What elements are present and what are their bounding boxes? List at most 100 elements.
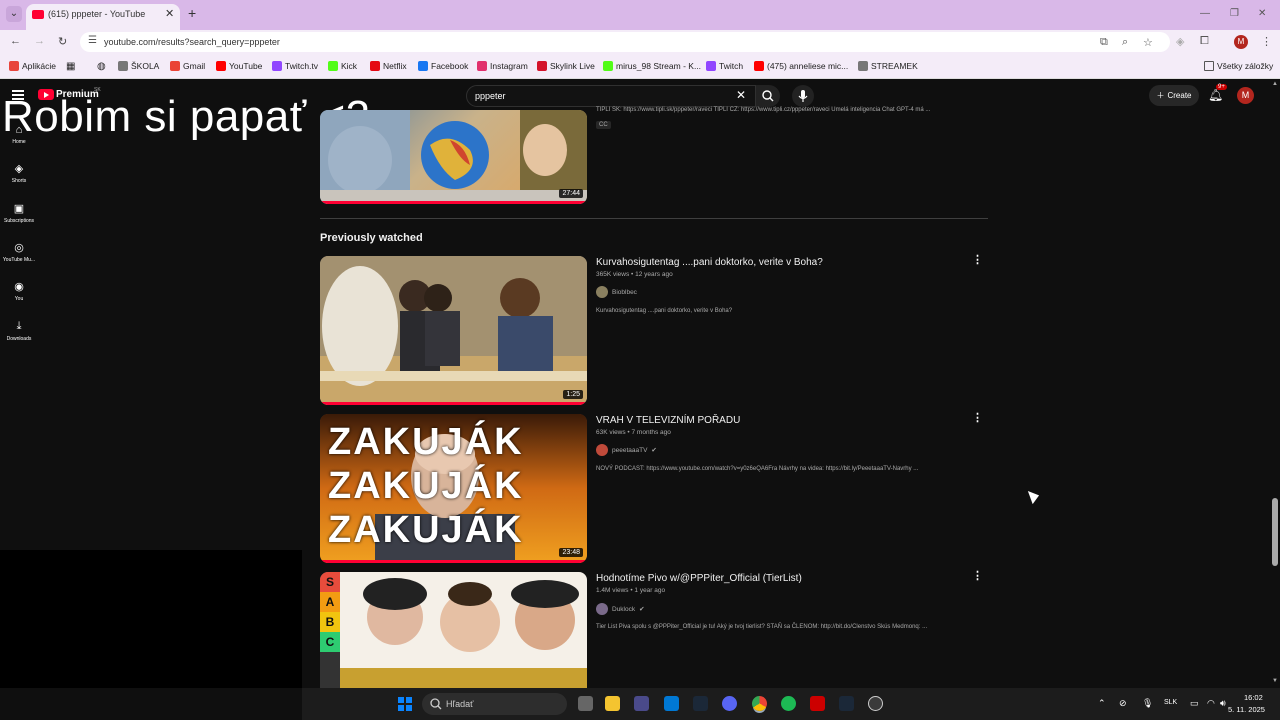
verified-icon: ✔ (639, 606, 645, 613)
bookmark-item[interactable]: STREAMEK (858, 61, 918, 71)
outlook-icon[interactable] (664, 696, 679, 711)
taskbar-search[interactable]: Hľadať (422, 693, 567, 715)
more-actions-icon[interactable]: ⋮ (972, 253, 983, 266)
sidebar-item-you[interactable]: ◉ You (0, 280, 38, 302)
sidebar-item-youtube-mu[interactable]: ◎ YouTube Mu... (0, 241, 38, 263)
search-button[interactable] (756, 85, 780, 107)
bookmark-favicon-icon (9, 61, 19, 71)
store-icon[interactable] (634, 696, 649, 711)
tab-search-button[interactable]: ⌄ (6, 6, 22, 22)
network-icon[interactable]: ⊘ (1119, 698, 1127, 709)
tab-youtube[interactable]: (615) pppeter - YouTube ✕ (26, 4, 180, 30)
bookmark-item[interactable]: Skylink Live (537, 61, 595, 71)
account-avatar[interactable]: M (1237, 87, 1254, 104)
close-window-button[interactable]: ✕ (1258, 8, 1266, 19)
channel-link[interactable]: Bioblbec (596, 286, 637, 298)
maximize-button[interactable]: ❐ (1230, 8, 1239, 19)
bookmark-item[interactable]: Twitch.tv (272, 61, 318, 71)
profile-avatar[interactable]: M (1234, 35, 1248, 49)
all-bookmarks-button[interactable]: Všetky záložky (1204, 61, 1273, 71)
forward-button[interactable]: → (34, 35, 45, 47)
wifi-icon[interactable]: ◠ (1207, 698, 1215, 709)
video-duration: 1:25 (563, 390, 583, 399)
bookmark-item[interactable]: YouTube (216, 61, 262, 71)
spotify-icon[interactable] (781, 696, 796, 711)
steam-icon[interactable] (693, 696, 708, 711)
bookmark-star-icon[interactable]: ☆ (1143, 36, 1153, 49)
bookmark-item[interactable]: Twitch (706, 61, 743, 71)
video-thumbnail[interactable]: 1:25 (320, 256, 587, 405)
steam-icon-2[interactable] (839, 696, 854, 711)
video-thumbnail-top[interactable]: 27:44 (320, 110, 587, 204)
more-actions-icon[interactable]: ⋮ (972, 411, 983, 424)
clock-time[interactable]: 16:02 (1244, 693, 1263, 702)
sidebar-item-downloads[interactable]: ⤓ Downloads (0, 320, 38, 342)
bookmark-item[interactable]: ŠKOLA (118, 61, 159, 71)
url-text[interactable]: youtube.com/results?search_query=pppeter (104, 37, 280, 47)
channel-link[interactable]: peeetaaaTV ✔ (596, 444, 657, 456)
display-icon[interactable]: ▭ (1190, 698, 1199, 709)
scroll-down-icon[interactable]: ▼ (1272, 678, 1278, 684)
bookmark-item[interactable]: Facebook (418, 61, 468, 71)
bookmark-item[interactable]: mirus_98 Stream - K... (603, 61, 701, 71)
thumbnail-word: ZAKUJÁK (328, 465, 524, 507)
bookmark-item[interactable]: Aplikácie (9, 61, 56, 71)
microphone-tray-icon[interactable]: 🎙︎ (1142, 698, 1153, 709)
discord-icon[interactable] (722, 696, 737, 711)
microphone-icon (798, 90, 808, 102)
channel-link[interactable]: Duklock ✔ (596, 603, 645, 615)
notifications-bell-icon[interactable]: 🔔︎ (1208, 88, 1223, 102)
bookmark-item[interactable]: Instagram (477, 61, 528, 71)
show-hidden-icons[interactable]: ⌃ (1098, 698, 1106, 709)
task-view-icon[interactable] (578, 696, 593, 711)
scrollbar-thumb[interactable] (1272, 498, 1278, 566)
scrollbar[interactable]: ▲ ▼ (1270, 80, 1280, 688)
address-bar[interactable]: ☰ youtube.com/results?search_query=pppet… (80, 32, 1170, 52)
video-thumbnail[interactable]: SABC (320, 572, 587, 688)
sidebar-item-subscriptions[interactable]: ▣ Subscriptions (0, 202, 38, 224)
windows-start-icon[interactable] (398, 697, 412, 711)
apps-grid-icon[interactable]: ▦ (66, 61, 75, 72)
chrome-menu-icon[interactable]: ⋮ (1261, 35, 1272, 48)
video-thumbnail[interactable]: ZAKUJÁK ZAKUJÁK ZAKUJÁK 23:48 (320, 414, 587, 563)
file-explorer-icon[interactable] (605, 696, 620, 711)
site-info-icon[interactable]: ☰ (88, 35, 97, 46)
search-icon (762, 90, 774, 102)
settings-icon[interactable] (868, 696, 883, 711)
language-indicator[interactable]: SLK (1164, 699, 1177, 706)
zoom-icon[interactable]: ⌕ (1122, 36, 1128, 49)
new-tab-button[interactable]: + (188, 6, 196, 20)
scroll-up-icon[interactable]: ▲ (1272, 81, 1278, 87)
bookmark-item[interactable]: Netflix (370, 61, 407, 71)
volume-icon[interactable]: 🔊︎ (1220, 698, 1226, 709)
sidebar-item-shorts[interactable]: ◈ Shorts (0, 162, 38, 184)
install-app-icon[interactable]: ⧉ (1100, 36, 1108, 49)
folder-icon (1204, 61, 1214, 71)
video-meta: 1.4M views • 1 year ago (596, 587, 666, 594)
minimize-button[interactable]: — (1200, 8, 1210, 19)
more-actions-icon[interactable]: ⋮ (972, 569, 983, 582)
voice-search-button[interactable] (792, 85, 814, 107)
bookmark-item[interactable]: (475) anneliese mic... (754, 61, 848, 71)
bookmark-item[interactable]: Gmail (170, 61, 205, 71)
app-icon[interactable] (810, 696, 825, 711)
search-query[interactable]: pppeter (475, 91, 506, 101)
back-button[interactable]: ← (10, 35, 21, 47)
extension-icon[interactable]: ◈ (1176, 35, 1184, 48)
extensions-puzzle-icon[interactable]: ⧠ (1200, 35, 1209, 48)
taskbar-search-placeholder: Hľadať (446, 699, 474, 709)
create-button[interactable]: ＋ Create (1149, 85, 1199, 106)
clock-date[interactable]: 5. 11. 2025 (1228, 705, 1265, 714)
clear-search-icon[interactable]: ✕ (736, 88, 746, 102)
search-input[interactable]: pppeter (466, 85, 756, 107)
video-title[interactable]: Kurvahosigutentag ....pani doktorko, ver… (596, 257, 823, 268)
bookmark-item[interactable]: Kick (328, 61, 357, 71)
video-title[interactable]: Hodnotíme Pivo w/@PPPiter_Official (Tier… (596, 573, 802, 584)
globe-icon[interactable]: ◍ (97, 61, 106, 72)
chrome-icon[interactable] (752, 696, 767, 711)
tab-close-icon[interactable]: ✕ (165, 7, 174, 20)
reload-button[interactable]: ↻ (58, 35, 67, 48)
verified-icon: ✔ (651, 447, 657, 454)
windows-taskbar: Hľadať ⌃ ⊘ 🎙︎ SLK ▭ ◠ 🔊︎ 16:02 5. 11. 20… (302, 688, 1280, 720)
video-title[interactable]: VRAH V TELEVIZNÍM POŘADU (596, 415, 740, 426)
